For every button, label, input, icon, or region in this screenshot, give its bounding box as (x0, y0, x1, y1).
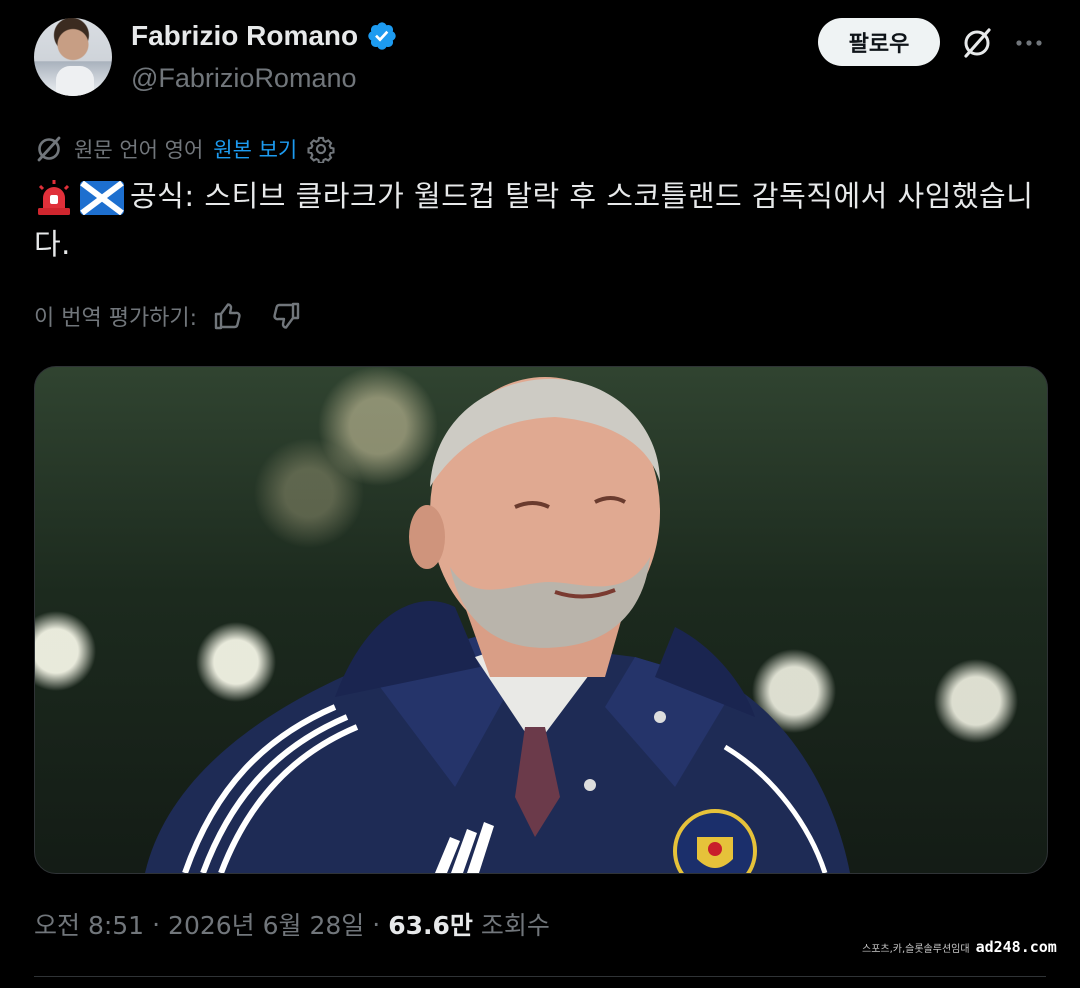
grok-icon[interactable] (960, 26, 994, 60)
meta-separator: · (152, 909, 161, 939)
show-original-link[interactable]: 원본 보기 (213, 134, 297, 164)
tweet-meta: 오전 8:51 · 2026년 6월 28일 · 63.6만 조회수 (34, 906, 550, 942)
follow-button[interactable]: 팔로우 (818, 18, 940, 66)
rate-translation-label: 이 번역 평가하기: (34, 306, 198, 331)
tweet-text: 공식: 스티브 클라크가 월드컵 탈락 후 스코틀랜드 감독직에서 사임했습니다… (34, 172, 1054, 268)
watermark-small-text: 스포츠,카,슬롯솔루션임대 (862, 943, 970, 955)
tweet-time[interactable]: 오전 8:51 (34, 906, 144, 942)
verified-badge-icon (368, 22, 396, 50)
translation-bar: 원문 언어 영어 원본 보기 (34, 134, 335, 164)
tweet-date[interactable]: 2026년 6월 28일 (168, 906, 364, 942)
tweet-photo[interactable] (34, 366, 1048, 874)
rate-translation-row: 이 번역 평가하기: (34, 300, 303, 332)
watermark-main-text: ad248.com (975, 938, 1057, 956)
author-handle[interactable]: @FabrizioRomano (131, 63, 357, 94)
gear-icon[interactable] (307, 135, 335, 163)
views-count: 63.6만 (388, 911, 473, 940)
avatar[interactable] (34, 18, 112, 96)
views-label: 조회수 (480, 911, 550, 940)
more-icon[interactable] (1012, 28, 1046, 58)
grok-translate-icon (37, 136, 61, 162)
rotating-light-icon (38, 180, 70, 215)
divider (34, 976, 1046, 977)
thumbs-up-icon[interactable] (211, 300, 243, 332)
thumbs-down-icon[interactable] (271, 300, 303, 332)
tweet-header: Fabrizio Romano @FabrizioRomano 팔로우 (34, 18, 1046, 100)
watermark: 스포츠,카,슬롯솔루션임대 ad248.com (862, 938, 1057, 956)
coach-photo (145, 377, 850, 873)
author-name-row: Fabrizio Romano (131, 20, 398, 52)
meta-separator: · (372, 909, 381, 939)
author-name[interactable]: Fabrizio Romano (131, 20, 358, 52)
scotland-flag-icon (80, 181, 124, 215)
source-language-label: 원문 언어 영어 (74, 138, 204, 162)
tweet-body: 공식: 스티브 클라크가 월드컵 탈락 후 스코틀랜드 감독직에서 사임했습니다… (34, 179, 1034, 261)
